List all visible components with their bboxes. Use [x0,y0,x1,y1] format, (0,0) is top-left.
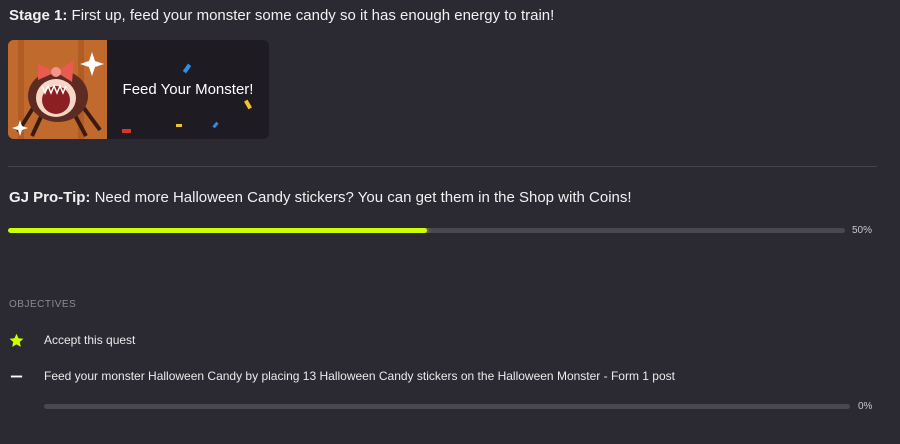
objective-progress-percent: 0% [858,401,873,412]
objectives-heading: OBJECTIVES [9,299,77,310]
stage-description: Stage 1: First up, feed your monster som… [9,6,554,26]
pro-tip: GJ Pro-Tip: Need more Halloween Candy st… [9,188,632,208]
section-divider [8,166,877,167]
protip-label: GJ Pro-Tip: [9,189,91,206]
quest-panel: Stage 1: First up, feed your monster som… [0,0,900,444]
protip-text: Need more Halloween Candy stickers? You … [94,189,632,206]
halloween-monster-image [8,40,107,139]
confetti-decoration [122,129,131,133]
quest-progress-bar [8,228,845,233]
dash-icon [10,375,23,378]
stage-label: Stage 1: [9,7,68,24]
objective-text: Feed your monster Halloween Candy by pla… [44,369,675,383]
quest-progress-fill [8,228,427,233]
quest-progress-percent: 50% [852,225,873,236]
star-icon [9,333,24,347]
stage-text: First up, feed your monster some candy s… [71,7,555,24]
objective-progress-bar [44,404,850,409]
feed-monster-label: Feed Your Monster! [122,81,254,98]
objective-item: Feed your monster Halloween Candy by pla… [0,367,900,387]
feed-monster-button[interactable]: Feed Your Monster! [8,40,269,139]
objective-item: Accept this quest [0,331,900,351]
confetti-decoration [176,124,182,127]
objective-text: Accept this quest [44,333,136,347]
